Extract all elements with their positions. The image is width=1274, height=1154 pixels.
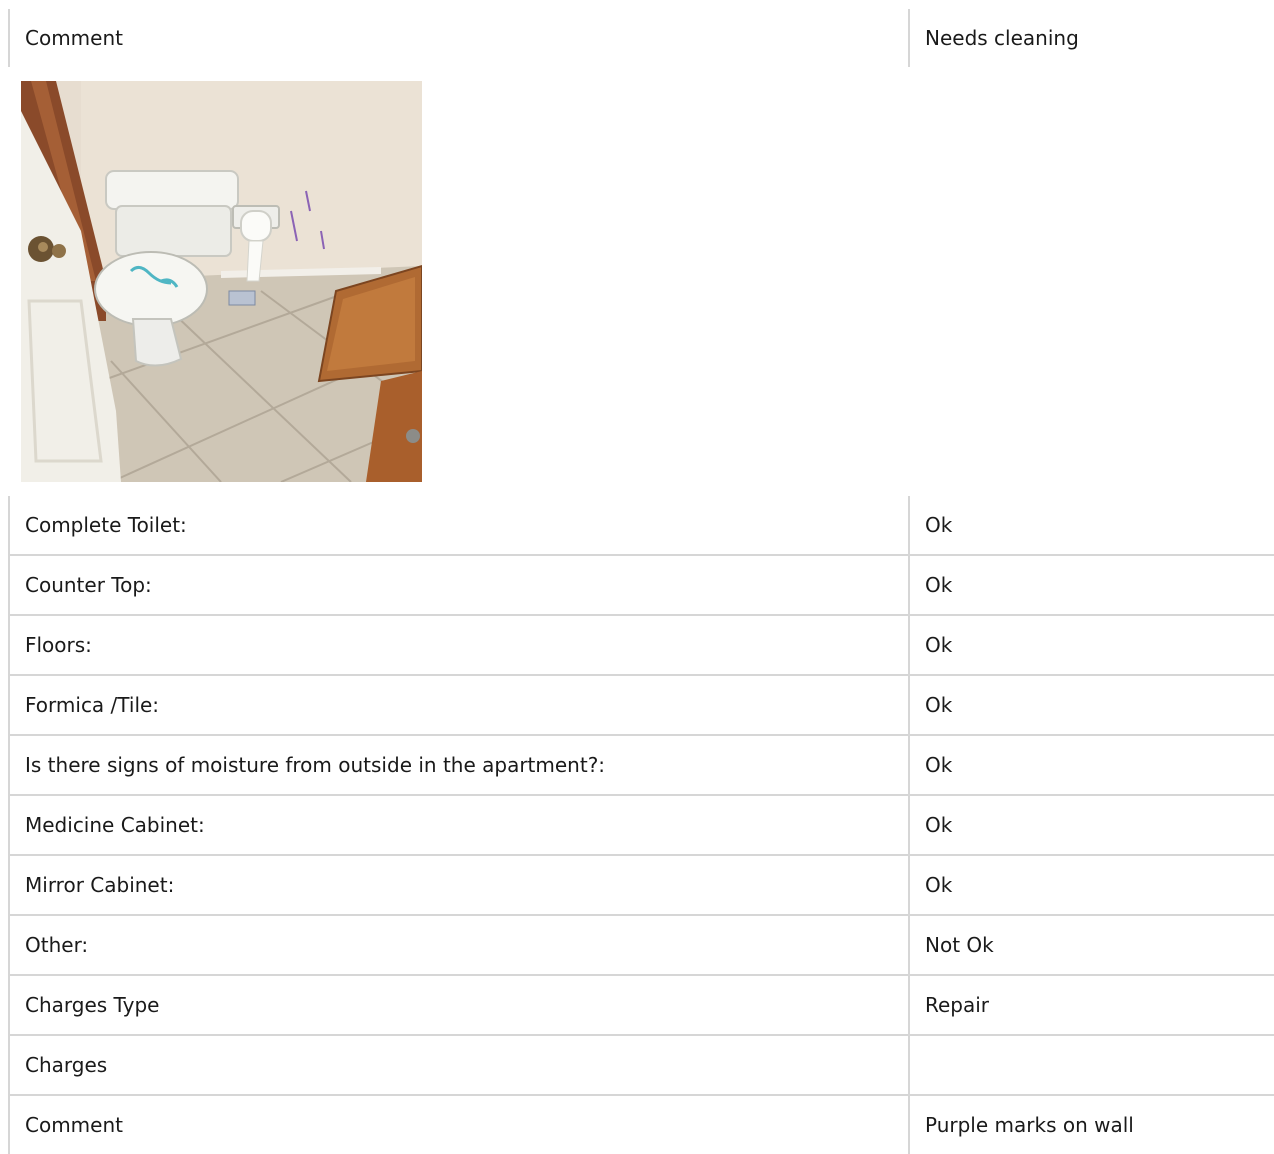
row-value (908, 1035, 1274, 1096)
row-label: Floors: (8, 615, 909, 676)
row-value: Not Ok (908, 915, 1274, 976)
row-label: Is there signs of moisture from outside … (8, 735, 909, 796)
comment-table: Comment Needs cleaning (8, 9, 1274, 67)
inspection-table: Complete Toilet: Ok Counter Top: Ok Floo… (8, 496, 1274, 1154)
bathroom-photo[interactable] (21, 81, 422, 482)
row-label: Mirror Cabinet: (8, 855, 909, 916)
row-label: Charges (8, 1035, 909, 1096)
table-row: Counter Top: Ok (8, 555, 1274, 616)
row-value: Ok (908, 735, 1274, 796)
table-row: Other: Not Ok (8, 915, 1274, 976)
comment-label: Comment (8, 9, 909, 67)
table-row: Comment Purple marks on wall (8, 1095, 1274, 1154)
table-row: Is there signs of moisture from outside … (8, 735, 1274, 796)
table-row: Complete Toilet: Ok (8, 496, 1274, 556)
row-value: Ok (908, 855, 1274, 916)
row-value: Ok (908, 675, 1274, 736)
table-row: Formica /Tile: Ok (8, 675, 1274, 736)
table-row: Mirror Cabinet: Ok (8, 855, 1274, 916)
row-label: Charges Type (8, 975, 909, 1036)
row-value: Ok (908, 795, 1274, 856)
table-row: Floors: Ok (8, 615, 1274, 676)
row-value: Repair (908, 975, 1274, 1036)
row-label: Other: (8, 915, 909, 976)
row-value: Ok (908, 496, 1274, 556)
row-label: Formica /Tile: (8, 675, 909, 736)
row-label: Medicine Cabinet: (8, 795, 909, 856)
row-value: Ok (908, 615, 1274, 676)
row-value: Purple marks on wall (908, 1095, 1274, 1154)
row-label: Complete Toilet: (8, 496, 909, 556)
table-row: Medicine Cabinet: Ok (8, 795, 1274, 856)
table-row: Charges (8, 1035, 1274, 1096)
comment-row: Comment Needs cleaning (8, 9, 1274, 67)
row-value: Ok (908, 555, 1274, 616)
table-row: Charges Type Repair (8, 975, 1274, 1036)
row-label: Comment (8, 1095, 909, 1154)
row-label: Counter Top: (8, 555, 909, 616)
comment-value: Needs cleaning (908, 9, 1274, 67)
